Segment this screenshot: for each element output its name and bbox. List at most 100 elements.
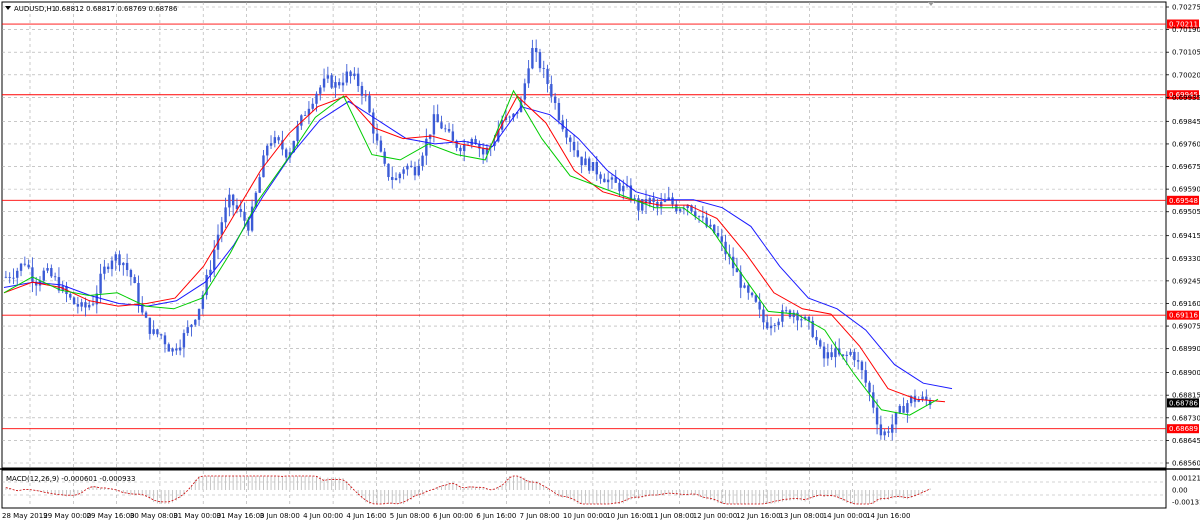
candle-body [550,84,553,97]
candle-body [163,335,167,345]
candle-body [421,155,424,166]
x-tick-label: 6 Jun 00:00 [433,512,473,520]
candle-body [508,116,511,118]
candle-body [266,145,269,156]
candle-body [766,322,769,329]
candle-body [182,333,186,348]
candle-body [595,162,598,175]
candle-body [273,137,277,144]
candle-body [853,351,856,361]
candle-body [697,216,701,218]
candle-body [23,263,27,265]
current-price-label: 0.68786 [1169,399,1198,407]
candle-body [296,125,299,141]
x-tick-label: 10 Jun 16:00 [606,512,650,520]
candle-body [178,347,182,351]
y-tick-label: 0.69590 [1172,186,1200,194]
candle-body [849,351,852,355]
candle-body [50,268,53,277]
candle-body [921,396,924,400]
candle-body [383,151,386,164]
candle-body [868,382,871,393]
candle-body [641,199,644,211]
candle-body [580,156,583,166]
level-price-label: 0.69548 [1169,197,1198,205]
x-tick-label: 28 May 2019 [2,512,48,520]
price-chart[interactable]: 0.702110.699450.695480.691160.686890.687… [0,0,1200,523]
candle-body [12,277,15,279]
candle-body [413,166,417,176]
candle-body [599,174,602,179]
candle-body [303,115,307,116]
candle-body [8,276,11,278]
candle-body [523,83,527,100]
candle-body [402,169,405,174]
candle-body [394,178,398,180]
candle-body [284,149,288,158]
candle-body [364,95,367,97]
candle-body [118,254,121,266]
candle-body [69,294,72,298]
macd-tick-label: -0.001317 [1172,499,1200,507]
candle-body [80,302,83,307]
candle-body [338,82,341,86]
candle-body [186,327,189,334]
candle-body [750,292,754,296]
candle-body [27,264,30,268]
y-tick-label: 0.68990 [1172,345,1200,353]
candle-body [360,85,364,96]
candle-body [258,177,261,193]
candle-body [894,412,898,425]
candle-body [4,276,8,278]
candle-body [269,143,273,146]
candle-body [906,403,909,413]
x-tick-label: 6 Jun 16:00 [476,512,516,520]
y-tick-label: 0.69245 [1172,277,1200,285]
candle-body [110,260,114,270]
candle-body [470,139,473,145]
candle-body [300,115,303,126]
candle-body [319,87,322,94]
x-tick-label: 11 Jun 08:00 [650,512,694,520]
candle-body [891,424,894,433]
y-tick-label: 0.69160 [1172,300,1200,308]
candle-body [747,285,750,293]
candle-body [860,361,864,371]
candle-body [194,319,197,325]
candle-body [451,131,455,141]
candle-body [652,198,655,202]
candle-body [584,158,587,166]
candle-body [353,73,356,77]
candle-body [99,273,102,294]
candle-body [91,304,95,306]
y-tick-label: 0.68900 [1172,369,1200,377]
candle-body [603,178,606,183]
candle-body [481,148,485,155]
candle-body [716,233,720,237]
symbol-label: AUDUSD,H1 [14,5,56,13]
candle-body [42,270,45,281]
x-tick-label: 5 Jun 08:00 [390,512,430,520]
candle-body [326,75,330,79]
candle-body [379,140,383,152]
candle-body [659,201,663,207]
candle-body [883,431,886,436]
y-tick-label: 0.69505 [1172,208,1200,216]
candle-body [156,329,159,335]
y-tick-label: 0.68645 [1172,437,1200,445]
candle-body [709,224,712,227]
candle-body [391,177,394,180]
candle-body [773,325,777,326]
candle-body [417,165,420,176]
candle-body [368,95,371,113]
candle-body [610,177,614,180]
candle-body [398,173,402,179]
candle-body [84,302,87,308]
time-axis[interactable]: 28 May 201929 May 00:0029 May 16:0030 Ma… [2,512,910,520]
candle-body [103,266,106,274]
candle-body [152,329,155,334]
x-tick-label: 7 Jun 08:00 [520,512,560,520]
x-tick-label: 10 Jun 00:00 [563,512,607,520]
candle-body [784,310,788,312]
candle-body [444,128,447,130]
